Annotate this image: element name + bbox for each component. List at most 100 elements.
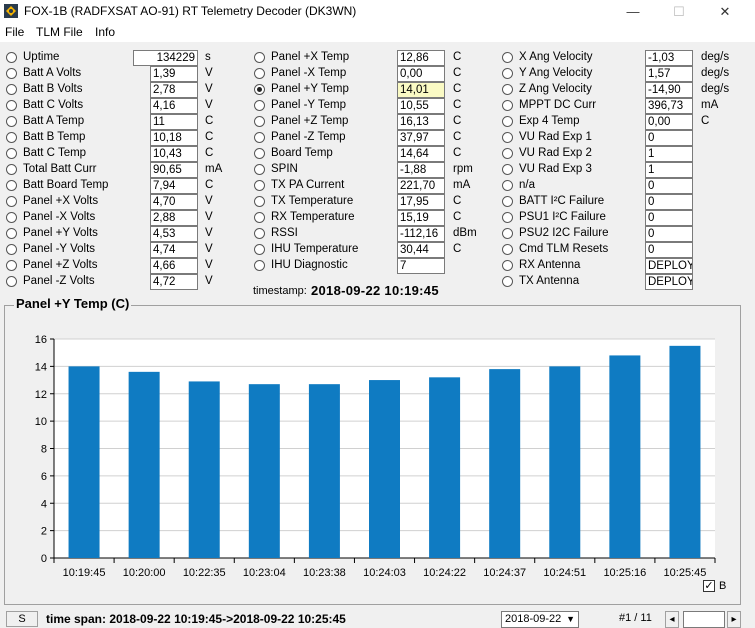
- radio-rx-antenna[interactable]: [502, 260, 513, 271]
- radio-batt-b-temp[interactable]: [6, 132, 17, 143]
- radio-panel-y-temp[interactable]: [254, 84, 265, 95]
- telemetry-row-panel-z-temp: Panel -Z Temp 37,97 C: [254, 130, 484, 146]
- telemetry-row-panel-z-temp: Panel +Z Temp 16,13 C: [254, 114, 484, 130]
- radio-rx-temperature[interactable]: [254, 212, 265, 223]
- radio-batt-i-c-failure[interactable]: [502, 196, 513, 207]
- bar-0: [68, 366, 100, 558]
- label-panel-x-volts: Panel +X Volts: [23, 195, 99, 207]
- next-page-button[interactable]: ▸: [727, 611, 741, 628]
- bar-chart: 0 2 4 6 8 10 12 14 16 10:19:45 10:20:00 10:22:35 10:…: [35, 334, 716, 579]
- radio-psu2-i2c-failure[interactable]: [502, 228, 513, 239]
- unit-batt-a-temp: C: [205, 115, 214, 127]
- value-x-ang-velocity: -1,03: [645, 50, 693, 66]
- radio-panel-x-volts[interactable]: [6, 196, 17, 207]
- radio-batt-c-volts[interactable]: [6, 100, 17, 111]
- value-panel-z-temp: 37,97: [397, 130, 445, 146]
- value-panel-z-volts: 4,72: [150, 274, 198, 290]
- label-vu-rad-exp-2: VU Rad Exp 2: [519, 147, 592, 159]
- radio-vu-rad-exp-1[interactable]: [502, 132, 513, 143]
- timestamp-value: 2018-09-22 10:19:45: [311, 283, 439, 298]
- radio-batt-b-volts[interactable]: [6, 84, 17, 95]
- telemetry-row-uptime: Uptime 134229 s: [6, 50, 236, 66]
- radio-z-ang-velocity[interactable]: [502, 84, 513, 95]
- unit-panel-x-temp: C: [453, 51, 462, 63]
- date-select[interactable]: 2018-09-22 ▼: [501, 611, 579, 628]
- unit-rssi: dBm: [453, 227, 477, 239]
- value-ihu-diagnostic: 7: [397, 258, 445, 274]
- telemetry-row-panel-y-temp: Panel -Y Temp 10,55 C: [254, 98, 484, 114]
- radio-mppt-dc-curr[interactable]: [502, 100, 513, 111]
- y-tick-label: 4: [41, 498, 47, 510]
- series-b-checkbox[interactable]: ✓: [703, 580, 715, 592]
- radio-batt-c-temp[interactable]: [6, 148, 17, 159]
- telemetry-row-batt-board-temp: Batt Board Temp 7,94 C: [6, 178, 236, 194]
- unit-board-temp: C: [453, 147, 462, 159]
- radio-panel-z-temp[interactable]: [254, 132, 265, 143]
- y-tick-label: 12: [35, 389, 47, 401]
- radio-exp-4-temp[interactable]: [502, 116, 513, 127]
- label-rx-temperature: RX Temperature: [271, 211, 355, 223]
- telemetry-row-vu-rad-exp-3: VU Rad Exp 3 1: [502, 162, 742, 178]
- page-input[interactable]: [683, 611, 725, 628]
- maximize-button[interactable]: ☐: [656, 0, 702, 23]
- radio-uptime[interactable]: [6, 52, 17, 63]
- close-button[interactable]: ✕: [702, 0, 748, 23]
- telemetry-row-tx-pa-current: TX PA Current 221,70 mA: [254, 178, 484, 194]
- timestamp-label: timestamp:: [253, 285, 307, 297]
- label-board-temp: Board Temp: [271, 147, 333, 159]
- radio-spin[interactable]: [254, 164, 265, 175]
- telemetry-row-panel-y-temp: Panel +Y Temp 14,01 C: [254, 82, 484, 98]
- radio-panel-y-volts[interactable]: [6, 228, 17, 239]
- date-select-value: 2018-09-22: [505, 613, 562, 625]
- radio-panel-z-temp[interactable]: [254, 116, 265, 127]
- minimize-button[interactable]: —: [610, 0, 656, 23]
- radio-batt-a-temp[interactable]: [6, 116, 17, 127]
- radio-tx-temperature[interactable]: [254, 196, 265, 207]
- radio-tx-pa-current[interactable]: [254, 180, 265, 191]
- prev-page-button[interactable]: ◂: [665, 611, 679, 628]
- radio-ihu-temperature[interactable]: [254, 244, 265, 255]
- radio-n-a[interactable]: [502, 180, 513, 191]
- menu-info[interactable]: Info: [95, 25, 115, 39]
- telemetry-row-batt-b-temp: Batt B Temp 10,18 C: [6, 130, 236, 146]
- radio-vu-rad-exp-2[interactable]: [502, 148, 513, 159]
- radio-board-temp[interactable]: [254, 148, 265, 159]
- value-exp-4-temp: 0,00: [645, 114, 693, 130]
- radio-batt-board-temp[interactable]: [6, 180, 17, 191]
- label-total-batt-curr: Total Batt Curr: [23, 163, 97, 175]
- window-title: FOX-1B (RADFXSAT AO-91) RT Telemetry Dec…: [24, 4, 357, 18]
- radio-y-ang-velocity[interactable]: [502, 68, 513, 79]
- s-button[interactable]: S: [6, 611, 38, 627]
- radio-panel-y-volts[interactable]: [6, 244, 17, 255]
- label-panel-y-volts: Panel -Y Volts: [23, 243, 96, 255]
- radio-total-batt-curr[interactable]: [6, 164, 17, 175]
- radio-batt-a-volts[interactable]: [6, 68, 17, 79]
- menu-tlm-file[interactable]: TLM File: [36, 25, 83, 39]
- value-panel-y-temp: 10,55: [397, 98, 445, 114]
- telemetry-row-panel-y-volts: Panel +Y Volts 4,53 V: [6, 226, 236, 242]
- telemetry-row-n-a: n/a 0: [502, 178, 742, 194]
- radio-x-ang-velocity[interactable]: [502, 52, 513, 63]
- label-rssi: RSSI: [271, 227, 298, 239]
- radio-vu-rad-exp-3[interactable]: [502, 164, 513, 175]
- radio-psu1-i-c-failure[interactable]: [502, 212, 513, 223]
- radio-ihu-diagnostic[interactable]: [254, 260, 265, 271]
- value-vu-rad-exp-2: 1: [645, 146, 693, 162]
- radio-rssi[interactable]: [254, 228, 265, 239]
- value-n-a: 0: [645, 178, 693, 194]
- radio-tx-antenna[interactable]: [502, 276, 513, 287]
- unit-batt-board-temp: C: [205, 179, 214, 191]
- y-tick-label: 0: [41, 553, 47, 565]
- radio-panel-x-volts[interactable]: [6, 212, 17, 223]
- radio-panel-z-volts[interactable]: [6, 276, 17, 287]
- unit-batt-a-volts: V: [205, 67, 213, 79]
- radio-panel-z-volts[interactable]: [6, 260, 17, 271]
- telemetry-row-board-temp: Board Temp 14,64 C: [254, 146, 484, 162]
- radio-panel-x-temp[interactable]: [254, 52, 265, 63]
- radio-panel-y-temp[interactable]: [254, 100, 265, 111]
- radio-cmd-tlm-resets[interactable]: [502, 244, 513, 255]
- telemetry-row-tx-temperature: TX Temperature 17,95 C: [254, 194, 484, 210]
- unit-panel-y-temp: C: [453, 83, 462, 95]
- radio-panel-x-temp[interactable]: [254, 68, 265, 79]
- menu-file[interactable]: File: [5, 25, 24, 39]
